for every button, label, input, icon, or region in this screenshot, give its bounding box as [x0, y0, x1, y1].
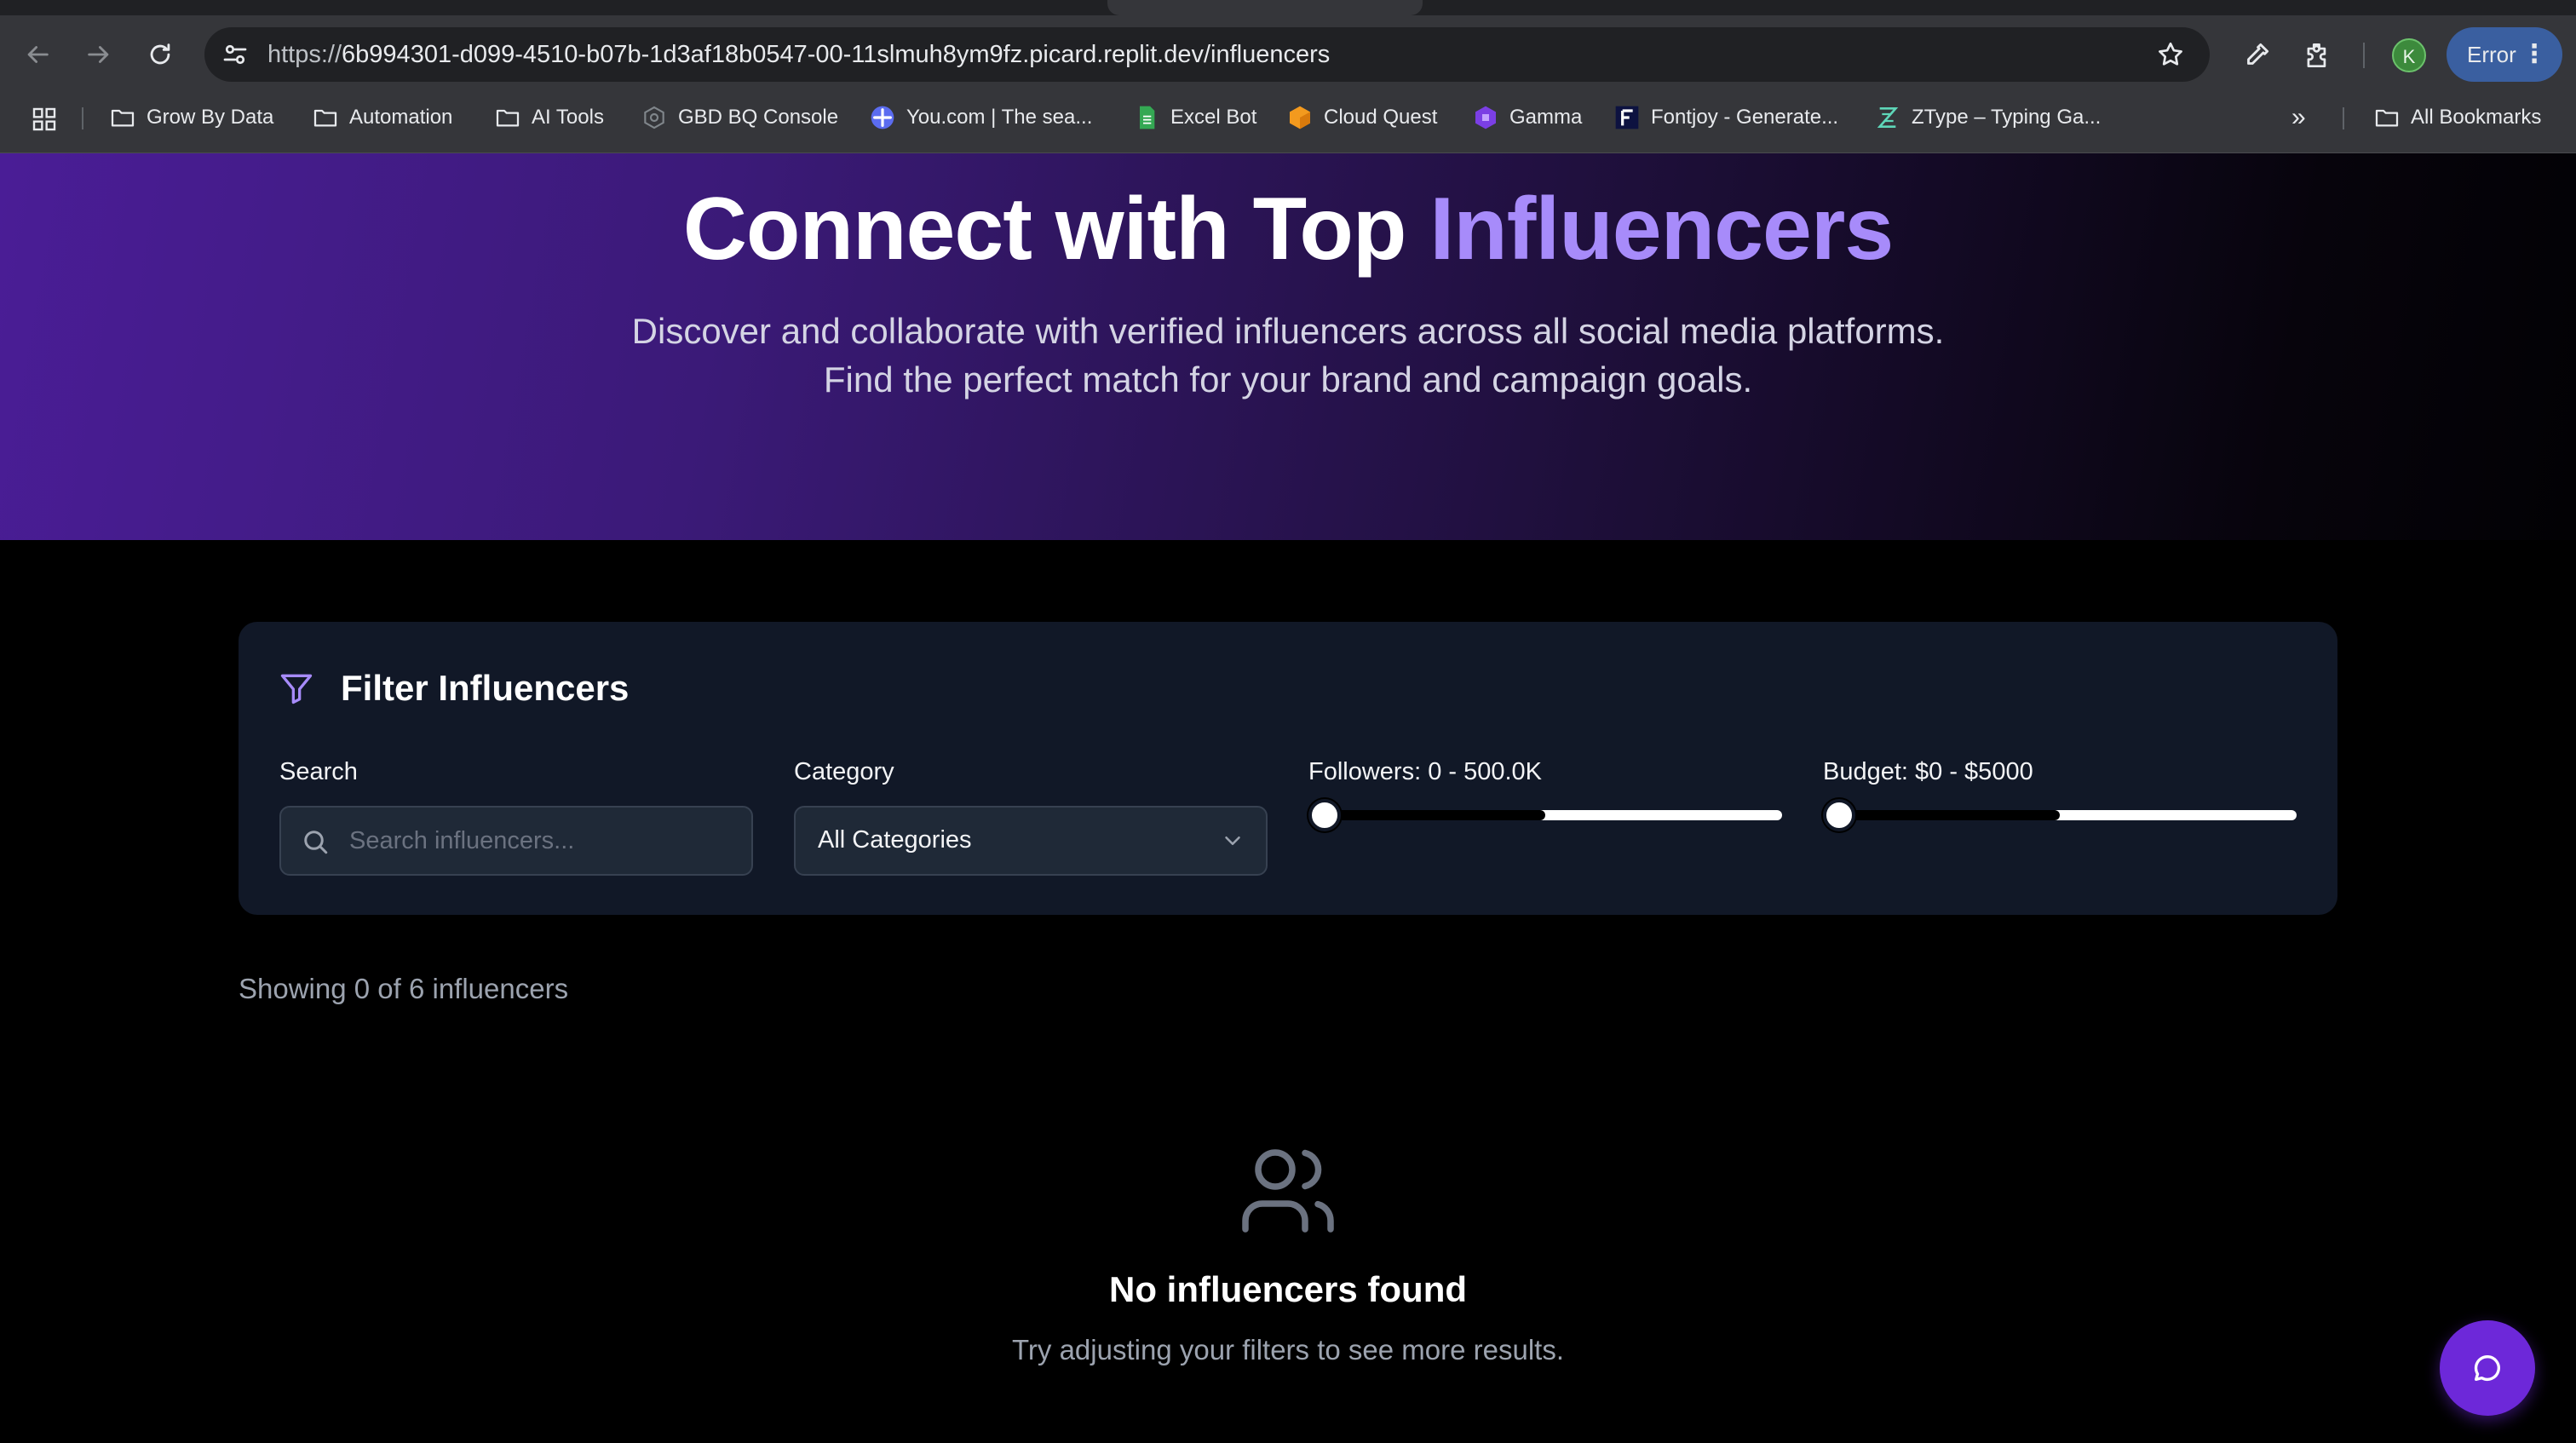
- filter-panel: Filter Influencers Search Category All C…: [239, 622, 2337, 915]
- bookmark-gamma[interactable]: Gamma: [1472, 101, 1582, 135]
- folder-icon: [312, 104, 339, 131]
- users-icon: [1242, 1149, 1334, 1233]
- bookmark-ztype[interactable]: ZType – Typing Ga...: [1874, 101, 2101, 135]
- url-host: 6b994301-d099-4510-b07b-1d3af18b0547-00-…: [342, 41, 1204, 68]
- budget-slider-range: [1823, 810, 2060, 820]
- search-icon: [304, 831, 328, 854]
- bookmark-label: All Bookmarks: [2411, 106, 2542, 129]
- hero-title: Connect with Top Influencers: [0, 179, 2576, 280]
- bookmark-all-bookmarks[interactable]: All Bookmarks: [2373, 101, 2541, 135]
- error-label: Error: [2467, 42, 2516, 67]
- tab-strip: [0, 0, 2576, 15]
- bookmark-fontjoy[interactable]: Fontjoy - Generate...: [1613, 101, 1838, 135]
- sheet-icon: [1133, 104, 1160, 131]
- chat-bubble-icon: [2474, 1354, 2500, 1381]
- url-text[interactable]: https://6b994301-d099-4510-b07b-1d3af18b…: [267, 39, 1330, 70]
- site-settings-icon[interactable]: [220, 39, 250, 70]
- bigquery-icon: [641, 104, 668, 131]
- eyedropper-icon[interactable]: [2240, 39, 2273, 72]
- bookmark-label: Excel Bot: [1170, 106, 1257, 129]
- reload-button[interactable]: [145, 39, 175, 70]
- results-count: Showing 0 of 6 influencers: [239, 973, 569, 1004]
- hero-title-prefix: Connect with Top: [682, 180, 1430, 279]
- bookmark-label: Cloud Quest: [1324, 106, 1438, 129]
- search-label: Search: [279, 758, 358, 785]
- followers-label: Followers: 0 - 500.0K: [1308, 758, 1543, 785]
- bookmark-grow-by-data[interactable]: Grow By Data: [109, 101, 273, 135]
- filter-funnel-icon: [280, 674, 313, 704]
- bookmark-star-icon[interactable]: [2155, 39, 2186, 70]
- bookmark-label: GBD BQ Console: [678, 106, 839, 129]
- bookmark-cloud-quest[interactable]: Cloud Quest: [1286, 101, 1437, 135]
- back-button[interactable]: [22, 39, 53, 70]
- followers-slider-min-thumb[interactable]: [1308, 799, 1341, 831]
- search-field[interactable]: [279, 806, 753, 876]
- url-scheme: https://: [267, 41, 342, 68]
- hero-title-accent: Influencers: [1429, 180, 1894, 279]
- extensions-icon[interactable]: [2302, 39, 2334, 72]
- bookmark-label: Fontjoy - Generate...: [1651, 106, 1839, 129]
- forward-button[interactable]: [83, 39, 114, 70]
- toolbar-divider: [2363, 43, 2365, 68]
- hero-subtitle: Discover and collaborate with verified i…: [631, 311, 1945, 400]
- category-select[interactable]: All Categories: [794, 806, 1268, 876]
- bookmark-youcom[interactable]: You.com | The sea...: [869, 101, 1092, 135]
- folder-icon: [109, 104, 136, 131]
- folder-icon: [2373, 104, 2401, 131]
- followers-slider-range: [1308, 810, 1545, 820]
- empty-state-title: No influencers found: [1109, 1269, 1467, 1309]
- filter-title: Filter Influencers: [341, 668, 630, 708]
- active-tab-edge[interactable]: [1107, 0, 1423, 15]
- cube-icon: [1286, 104, 1314, 131]
- bookmark-automation[interactable]: Automation: [312, 101, 452, 135]
- bookmark-gbd-bq-console[interactable]: GBD BQ Console: [641, 101, 838, 135]
- bookmark-label: Grow By Data: [147, 106, 274, 129]
- empty-state-subtitle: Try adjusting your filters to see more r…: [1011, 1334, 1564, 1365]
- profile-avatar[interactable]: K: [2392, 38, 2426, 72]
- hero-section: Connect with Top Influencers Discover an…: [0, 153, 2576, 540]
- chevron-down-icon: [1225, 836, 1240, 845]
- bookmark-excel-bot[interactable]: Excel Bot: [1133, 101, 1256, 135]
- bookmark-label: Gamma: [1509, 106, 1583, 129]
- chat-button[interactable]: [2440, 1320, 2535, 1416]
- ztype-icon: [1874, 104, 1901, 131]
- more-vert-icon[interactable]: ⋮: [2521, 27, 2547, 82]
- bookmark-label: Automation: [349, 106, 453, 129]
- bookmark-label: ZType – Typing Ga...: [1912, 106, 2102, 129]
- bookmarks-divider: [82, 107, 83, 129]
- bookmark-label: You.com | The sea...: [906, 106, 1093, 129]
- bookmarks-bar: Grow By Data Automation AI Tools GBD BQ …: [0, 94, 2576, 141]
- bookmark-ai-tools[interactable]: AI Tools: [494, 101, 604, 135]
- apps-grid-icon[interactable]: [31, 106, 58, 133]
- arrow-left-icon: [27, 46, 49, 63]
- folder-icon: [494, 104, 521, 131]
- budget-label: Budget: $0 - $5000: [1823, 758, 2033, 785]
- search-input[interactable]: [349, 808, 741, 874]
- url-path: /influencers: [1204, 41, 1331, 68]
- followers-range-slider[interactable]: [1308, 797, 1782, 831]
- category-selected-value: All Categories: [818, 826, 972, 854]
- address-bar[interactable]: https://6b994301-d099-4510-b07b-1d3af18b…: [204, 27, 2210, 82]
- youcom-icon: [869, 104, 896, 131]
- error-button[interactable]: Error ⋮: [2447, 27, 2562, 82]
- arrow-right-icon: [88, 46, 109, 63]
- bookmarks-overflow-chevron-icon[interactable]: »: [2291, 102, 2322, 133]
- budget-slider-min-thumb[interactable]: [1823, 799, 1855, 831]
- gamma-icon: [1472, 104, 1499, 131]
- reload-icon: [150, 43, 170, 65]
- budget-range-slider[interactable]: [1823, 797, 2297, 831]
- category-label: Category: [794, 758, 894, 785]
- browser-toolbar: https://6b994301-d099-4510-b07b-1d3af18b…: [0, 15, 2576, 94]
- bookmarks-divider: [2343, 107, 2344, 129]
- bookmark-label: AI Tools: [532, 106, 604, 129]
- fontjoy-icon: [1613, 104, 1641, 131]
- browser-chrome: https://6b994301-d099-4510-b07b-1d3af18b…: [0, 0, 2576, 153]
